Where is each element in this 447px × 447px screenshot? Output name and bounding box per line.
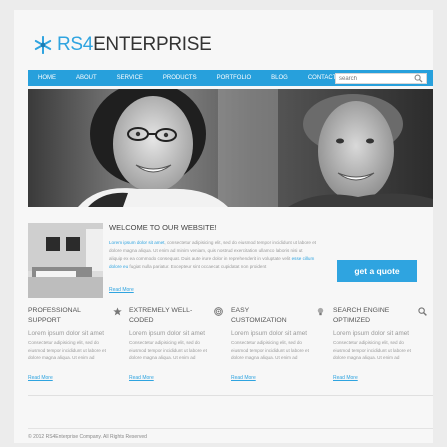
feature-subtitle: Lorem ipsum dolor sit amet	[333, 330, 409, 337]
feature-subtitle: Lorem ipsum dolor sit amet	[28, 330, 104, 337]
main-nav: HOME ABOUT SERVICE PRODUCTS PORTFOLIO BL…	[28, 70, 433, 86]
page: RS4ENTERPRISE HOME ABOUT SERVICE PRODUCT…	[14, 10, 433, 443]
welcome-title: WELCOME TO OUR WEBSITE!	[109, 223, 217, 232]
feature-title: EXTREMELY WELL-CODED	[129, 307, 193, 324]
brand-name-part2: ENTERPRISE	[93, 34, 212, 55]
feature-professional-support: PROFESSIONAL SUPPORT Lorem ipsum dolor s…	[28, 306, 122, 381]
welcome-text: Lorem ipsum dolor sit amet, consectetur …	[109, 239, 317, 271]
feature-seo: SEARCH ENGINE OPTIMIZED Lorem ipsum dolo…	[333, 306, 427, 381]
nav-item-home[interactable]: HOME	[28, 70, 66, 86]
nav-item-about[interactable]: ABOUT	[66, 70, 107, 86]
logo[interactable]: RS4ENTERPRISE	[34, 32, 212, 58]
feature-read-more-link[interactable]: Read More	[28, 375, 53, 381]
room-thumbnail-image	[28, 223, 103, 298]
feature-text: Consectetur adipisicing elit, sed do eiu…	[333, 340, 411, 360]
search-input[interactable]	[336, 75, 414, 82]
get-quote-button[interactable]: get a quote	[337, 260, 417, 282]
feature-text: Consectetur adipisicing elit, sed do eiu…	[129, 340, 207, 360]
welcome-text-part2: fugiat nulla pariatur. Excepteur sint oc…	[128, 264, 267, 269]
section-divider	[28, 395, 433, 396]
feature-read-more-link[interactable]: Read More	[129, 375, 154, 381]
feature-subtitle: Lorem ipsum dolor sit amet	[231, 330, 307, 337]
feature-well-coded: EXTREMELY WELL-CODED Lorem ipsum dolor s…	[129, 306, 223, 381]
hero-image	[28, 89, 433, 207]
brand-name: RS4ENTERPRISE	[57, 34, 212, 56]
footer-copyright: © 2012 RS4Enterprise Company. All Rights…	[28, 434, 147, 440]
feature-easy-customization: EASY CUSTOMIZATION Lorem ipsum dolor sit…	[231, 306, 325, 381]
welcome-read-more-link[interactable]: Read More	[109, 287, 134, 293]
footer-divider	[28, 428, 433, 429]
search-box	[335, 73, 427, 84]
feature-title: SEARCH ENGINE OPTIMIZED	[333, 307, 390, 324]
nav-item-portfolio[interactable]: PORTFOLIO	[207, 70, 262, 86]
target-icon	[214, 307, 223, 316]
feature-read-more-link[interactable]: Read More	[333, 375, 358, 381]
star-icon	[113, 307, 122, 316]
feature-read-more-link[interactable]: Read More	[231, 375, 256, 381]
feature-subtitle: Lorem ipsum dolor sit amet	[129, 330, 205, 337]
feature-text: Consectetur adipisicing elit, sed do eiu…	[28, 340, 106, 360]
snowflake-logo-icon	[34, 36, 52, 54]
brand-name-part1: RS4	[57, 34, 94, 55]
feature-title: PROFESSIONAL SUPPORT	[28, 307, 81, 324]
lightbulb-icon	[317, 307, 324, 316]
feature-text: Consectetur adipisicing elit, sed do eiu…	[231, 340, 309, 360]
welcome-highlight: Lorem ipsum dolor sit amet	[109, 240, 165, 245]
magnifier-icon	[418, 307, 427, 316]
search-icon[interactable]	[414, 74, 423, 83]
nav-item-service[interactable]: SERVICE	[107, 70, 153, 86]
feature-title: EASY CUSTOMIZATION	[231, 307, 287, 324]
nav-item-products[interactable]: PRODUCTS	[153, 70, 207, 86]
nav-item-blog[interactable]: BLOG	[261, 70, 298, 86]
